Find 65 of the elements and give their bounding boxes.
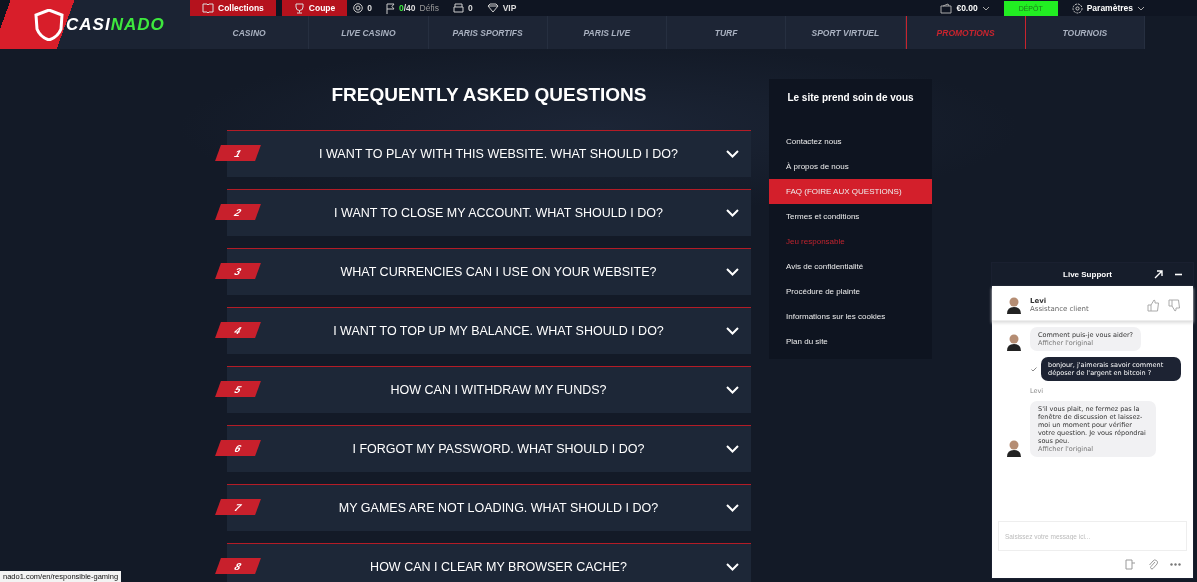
nav-tab[interactable]: CASINO [190,16,310,49]
sidebar-link[interactable]: Procédure de plainte [769,279,932,304]
more-icon[interactable] [1170,563,1181,566]
chevron-down-icon [726,150,739,158]
avatar-icon [1006,439,1022,457]
question-number: 5 [215,381,261,397]
question-number: 2 [215,204,261,220]
nav-tab[interactable]: TOURNOIS [1025,16,1145,49]
question-number: 4 [215,322,261,338]
logo-banner[interactable]: CASINADO [0,0,190,49]
coin-icon [353,3,364,13]
question-number: 7 [215,499,261,515]
counter-value: 0 [467,3,473,13]
sidebar-link[interactable]: Contactez nous [769,129,932,154]
balance-text[interactable]: €0.00 [956,3,978,13]
chevron-down-icon [726,445,739,453]
avatar-icon [1006,333,1022,351]
shield-logo-icon [34,8,64,41]
nav-tab[interactable]: SPORT VIRTUEL [786,16,906,49]
chat-title: Live Support [1062,270,1113,279]
top-link[interactable]: Coupe [281,0,348,16]
avatar-icon [1006,296,1022,314]
question-number: 6 [215,440,261,456]
logo-text: CASINADO [66,14,165,35]
trophy-icon [293,2,305,14]
chest-icon [452,3,464,13]
thumbs-down-icon[interactable] [1168,298,1181,312]
sidebar-link[interactable]: Informations sur les cookies [769,304,932,329]
nav-tab[interactable]: PARIS LIVE [547,16,667,49]
question-number: 8 [215,558,261,574]
settings-link[interactable]: Paramètres [1086,3,1133,13]
chevron-down-icon [726,563,739,571]
sidebar-link[interactable]: Plan du site [769,329,932,354]
flag-icon [386,2,395,14]
chevron-down-icon [726,209,739,217]
challenge-count: 0/40 [399,3,416,13]
chevron-down-icon [726,386,739,394]
chevron-down-icon [726,268,739,276]
nav-tab[interactable]: TURF [667,16,787,49]
nav-tab[interactable]: LIVE CASINO [309,16,429,49]
chevron-down-icon[interactable] [981,5,990,11]
sidebar-title: Le site prend soin de vous [786,91,915,105]
faq-title: FREQUENTLY ASKED QUESTIONS [330,83,648,107]
counter-value: VIP [502,3,517,13]
expand-icon[interactable] [1154,270,1163,279]
book-icon [202,3,214,13]
chevron-down-icon [726,327,739,335]
paperclip-icon[interactable] [1148,559,1158,570]
chevron-down-icon[interactable] [1137,5,1145,11]
question-number: 1 [215,145,261,161]
wallet-icon [940,2,953,14]
thumbs-up-icon[interactable] [1147,298,1160,312]
top-link[interactable]: Collections [190,0,276,16]
nav-tab[interactable]: PARIS SPORTIFS [428,16,548,49]
chevron-down-icon [726,504,739,512]
challenge-label: Défis [419,3,439,13]
counter-value: 0 [367,3,372,13]
sidebar-link[interactable]: Termes et conditions [769,204,932,229]
question-number: 3 [215,263,261,279]
settings-icon[interactable] [1071,2,1083,14]
sidebar-link[interactable]: FAQ (FOIRE AUX QUESTIONS) [769,179,932,204]
sidebar-link[interactable]: Avis de confidentialité [769,254,932,279]
diamond-icon [486,3,499,13]
sidebar-link[interactable]: À propos de nous [769,154,932,179]
check-icon [1031,366,1037,372]
